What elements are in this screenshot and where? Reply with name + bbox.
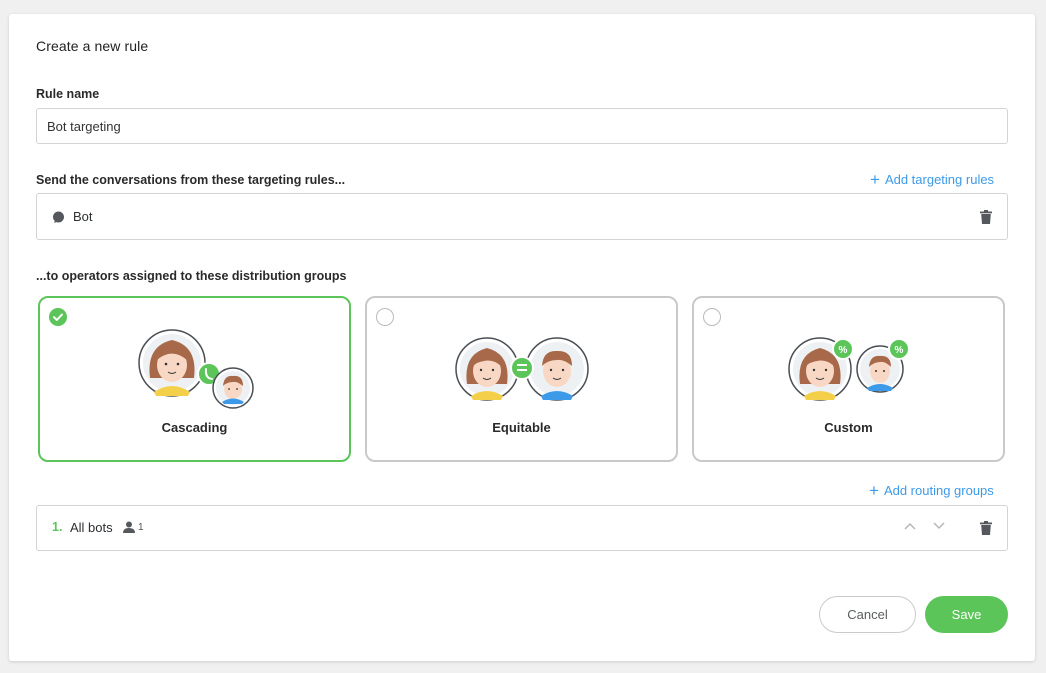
chat-bubble-icon [53, 211, 64, 223]
targeting-rule-label: Bot [73, 209, 93, 224]
distribution-option-equitable[interactable]: Equitable [365, 296, 678, 462]
page-title: Create a new rule [36, 38, 149, 54]
distribution-option-label: Equitable [492, 420, 551, 435]
distribution-label: ...to operators assigned to these distri… [36, 269, 347, 283]
routing-group-number: 1. [52, 520, 63, 534]
add-targeting-rules-link[interactable]: + Add targeting rules [870, 171, 994, 188]
targeting-label: Send the conversations from these target… [36, 173, 346, 187]
rule-name-input[interactable] [36, 108, 1008, 144]
add-routing-groups-label: Add routing groups [883, 483, 994, 498]
svg-text:%: % [895, 345, 904, 356]
routing-group-count: 1 [138, 521, 144, 533]
plus-icon: + [869, 481, 879, 500]
cascading-illustration-icon [138, 329, 254, 409]
add-targeting-rules-label: Add targeting rules [884, 172, 995, 187]
routing-group-name: All bots [70, 520, 113, 535]
add-routing-groups-link[interactable]: + Add routing groups [869, 482, 994, 499]
routing-group-member-count: 1 [123, 521, 144, 533]
chevron-up-icon[interactable] [904, 522, 916, 530]
routing-group-row[interactable]: 1. All bots 1 [36, 505, 1008, 551]
trash-icon[interactable] [980, 210, 992, 224]
trash-icon[interactable] [980, 521, 992, 535]
plus-icon: + [870, 170, 880, 189]
create-rule-panel: Create a new rule Rule name Send the con… [9, 14, 1035, 661]
targeting-rule-row[interactable]: Bot [36, 193, 1008, 240]
svg-text:%: % [839, 345, 848, 356]
distribution-option-label: Custom [824, 420, 873, 435]
distribution-option-custom[interactable]: % % Custom [692, 296, 1005, 462]
custom-illustration-icon: % % [788, 337, 910, 401]
distribution-option-label: Cascading [161, 420, 228, 435]
chevron-down-icon[interactable] [933, 522, 945, 530]
rule-name-label: Rule name [36, 87, 100, 101]
equitable-illustration-icon [455, 337, 589, 401]
distribution-option-cascading[interactable]: Cascading [38, 296, 351, 462]
save-button[interactable]: Save [925, 596, 1008, 633]
cancel-button[interactable]: Cancel [819, 596, 916, 633]
user-icon [123, 521, 135, 533]
